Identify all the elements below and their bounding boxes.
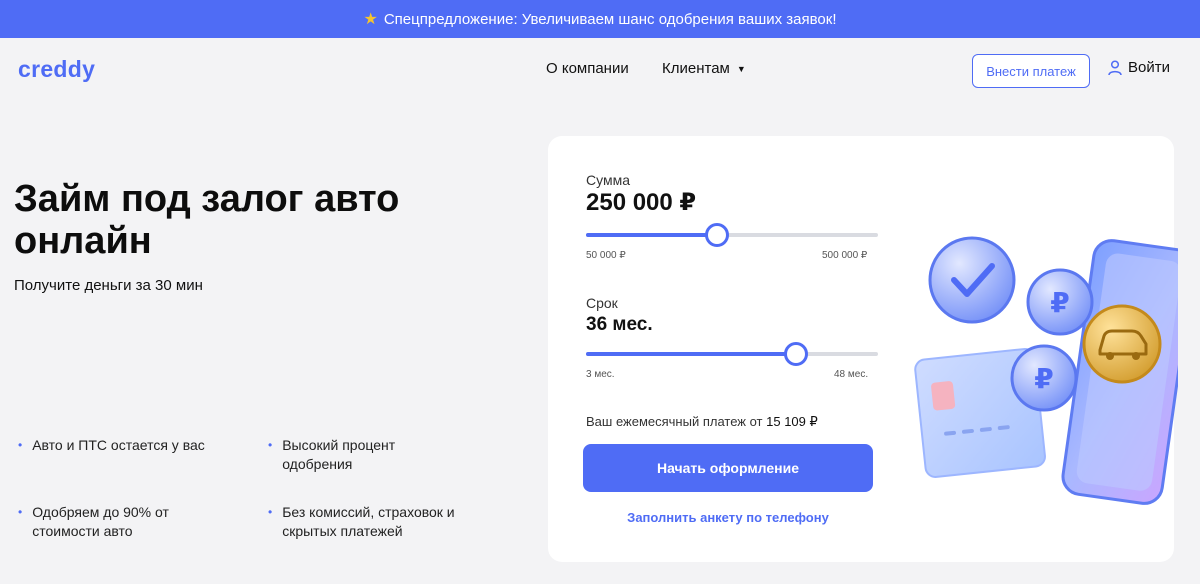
phone-coins-illustration: ₽ ₽ [914, 236, 1178, 505]
bullet-icon: • [18, 505, 23, 519]
promo-text: Спецпредложение: Увеличиваем шанс одобре… [383, 10, 837, 28]
svg-text:₽: ₽ [1050, 286, 1069, 319]
hero-subtitle: Получите деньги за 30 мин [14, 277, 203, 294]
sum-value: 250 000 ₽ [586, 189, 697, 216]
sum-min: 50 000 ₽ [586, 250, 626, 261]
svg-text:₽: ₽ [1034, 362, 1053, 395]
term-value: 36 мес. [586, 314, 653, 335]
term-min: 3 мес. [586, 369, 615, 380]
sum-label: Сумма [586, 172, 630, 188]
bullet-icon: • [18, 438, 23, 452]
bullet-icon: • [268, 438, 273, 452]
feature-text: Без комиссий, страховок и скрытых платеж… [282, 504, 455, 539]
monthly-payment: Ваш ежемесячный платеж от 15 109 ₽ [586, 414, 818, 430]
feature-item: • Одобряем до 90% от стоимости авто [18, 503, 218, 541]
page-title: Займ под залог авто онлайн [14, 178, 400, 262]
promo-banner[interactable]: ★ Спецпредложение: Увеличиваем шанс одоб… [0, 0, 1200, 38]
term-label: Срок [586, 295, 618, 311]
feature-text: Авто и ПТС остается у вас [32, 437, 205, 453]
feature-text: Высокий процент одобрения [282, 437, 396, 472]
start-application-button[interactable]: Начать оформление [583, 444, 873, 492]
star-icon: ★ [363, 11, 378, 28]
login-label: Войти [1128, 59, 1170, 76]
nav-clients-label: Клиентам [662, 60, 730, 77]
sum-max: 500 000 ₽ [822, 250, 868, 261]
nav-clients[interactable]: Клиентам ▼ [662, 60, 746, 77]
nav-about-label: О компании [546, 60, 629, 77]
term-slider[interactable] [586, 342, 878, 366]
monthly-value: 15 109 ₽ [766, 414, 818, 429]
feature-item: • Высокий процент одобрения [268, 436, 468, 474]
term-max: 48 мес. [834, 369, 869, 380]
pay-button[interactable]: Внести платеж [972, 54, 1090, 88]
site-header: creddy О компании Клиентам ▼ Внести плат… [0, 38, 1200, 102]
feature-text: Одобряем до 90% от стоимости авто [32, 504, 169, 539]
logo[interactable]: creddy [18, 56, 95, 83]
bullet-icon: • [268, 505, 273, 519]
phone-application-link[interactable]: Заполнить анкету по телефону [583, 510, 873, 525]
chevron-down-icon: ▼ [736, 63, 746, 74]
term-slider-thumb[interactable] [784, 342, 809, 366]
login-button[interactable]: Войти [1108, 59, 1170, 76]
sum-slider-fill [586, 233, 718, 237]
feature-item: • Авто и ПТС остается у вас [18, 436, 218, 455]
sum-slider[interactable] [586, 223, 878, 247]
nav-about[interactable]: О компании [546, 60, 629, 77]
loan-calculator: Сумма 250 000 ₽ 50 000 ₽ 500 000 ₽ Срок … [548, 136, 1178, 562]
monthly-prefix: Ваш ежемесячный платеж от [586, 414, 763, 429]
term-slider-fill [586, 352, 797, 356]
sum-slider-thumb[interactable] [705, 223, 730, 247]
user-icon [1108, 59, 1122, 75]
feature-item: • Без комиссий, страховок и скрытых плат… [268, 503, 488, 541]
